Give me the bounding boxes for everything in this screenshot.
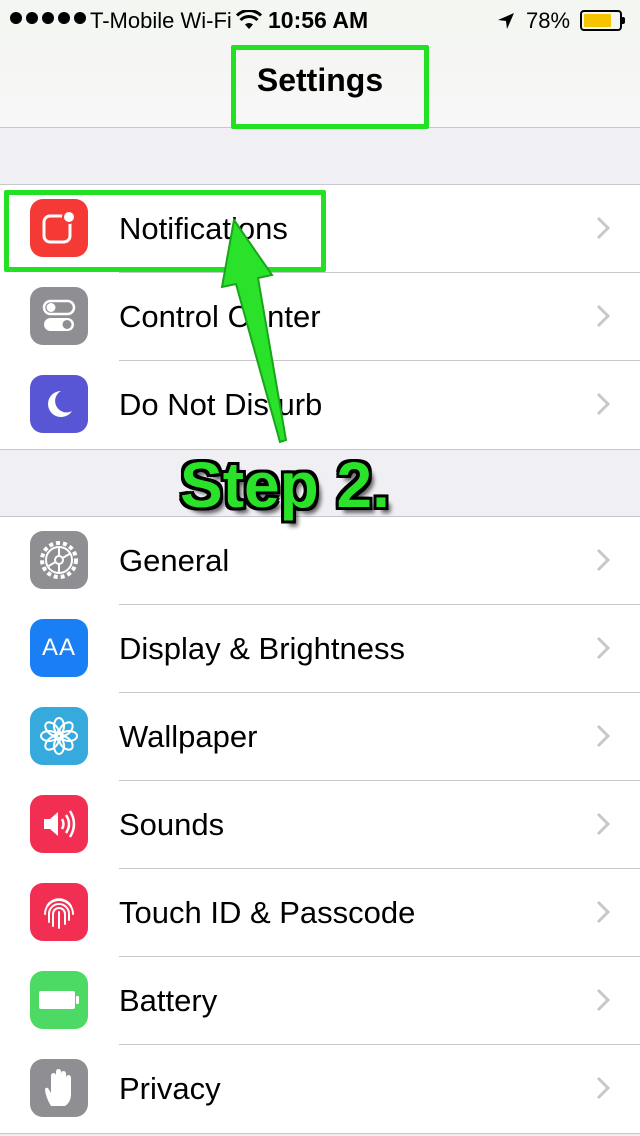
settings-row-wallpaper[interactable]: Wallpaper (0, 693, 640, 781)
settings-row-touch-id[interactable]: Touch ID & Passcode (0, 869, 640, 957)
speaker-icon (30, 795, 88, 853)
settings-group-2: General AA Display & Brightness Wallpape… (0, 516, 640, 1134)
settings-row-label: Touch ID & Passcode (119, 895, 416, 930)
chevron-right-icon (596, 1076, 610, 1100)
signal-strength-icon (10, 12, 86, 24)
hand-icon (30, 1059, 88, 1117)
battery-icon (30, 971, 88, 1029)
settings-title-highlight (231, 45, 429, 129)
chevron-right-icon (596, 548, 610, 572)
text-size-icon: AA (30, 619, 88, 677)
chevron-right-icon (596, 724, 610, 748)
settings-row-label: Wallpaper (119, 719, 258, 754)
status-bar: T-Mobile Wi-Fi 10:56 AM 78% (0, 0, 640, 40)
settings-row-control-center[interactable]: Control Center (0, 273, 640, 361)
settings-row-label: Do Not Disturb (119, 387, 323, 422)
carrier-name: T-Mobile Wi-Fi (90, 8, 232, 33)
settings-row-label: Control Center (119, 299, 321, 334)
settings-row-label: Display & Brightness (119, 631, 406, 666)
settings-row-label: Sounds (119, 807, 225, 842)
step-label: Step 2. (180, 449, 390, 521)
clock: 10:56 AM (268, 7, 369, 33)
fingerprint-icon (30, 883, 88, 941)
location-arrow-icon (498, 13, 514, 29)
battery-percent: 78% (526, 8, 571, 33)
settings-row-do-not-disturb[interactable]: Do Not Disturb (0, 361, 640, 449)
notifications-highlight (4, 190, 326, 272)
chevron-right-icon (596, 304, 610, 328)
settings-row-display-brightness[interactable]: AA Display & Brightness (0, 605, 640, 693)
settings-row-label: Privacy (119, 1071, 221, 1106)
settings-row-privacy[interactable]: Privacy (0, 1045, 640, 1133)
settings-row-sounds[interactable]: Sounds (0, 781, 640, 869)
battery-status-icon (580, 10, 625, 31)
text-size-glyph: AA (41, 634, 76, 661)
chevron-right-icon (596, 988, 610, 1012)
gear-icon (30, 531, 88, 589)
settings-row-label: Battery (119, 983, 218, 1018)
control-center-icon (30, 287, 88, 345)
flower-icon (30, 707, 88, 765)
chevron-right-icon (596, 900, 610, 924)
settings-row-battery[interactable]: Battery (0, 957, 640, 1045)
moon-icon (30, 375, 88, 433)
chevron-right-icon (596, 636, 610, 660)
chevron-right-icon (596, 216, 610, 240)
chevron-right-icon (596, 392, 610, 416)
chevron-right-icon (596, 812, 610, 836)
wifi-icon (236, 10, 262, 29)
settings-row-label: General (119, 543, 230, 578)
settings-row-general[interactable]: General (0, 517, 640, 605)
